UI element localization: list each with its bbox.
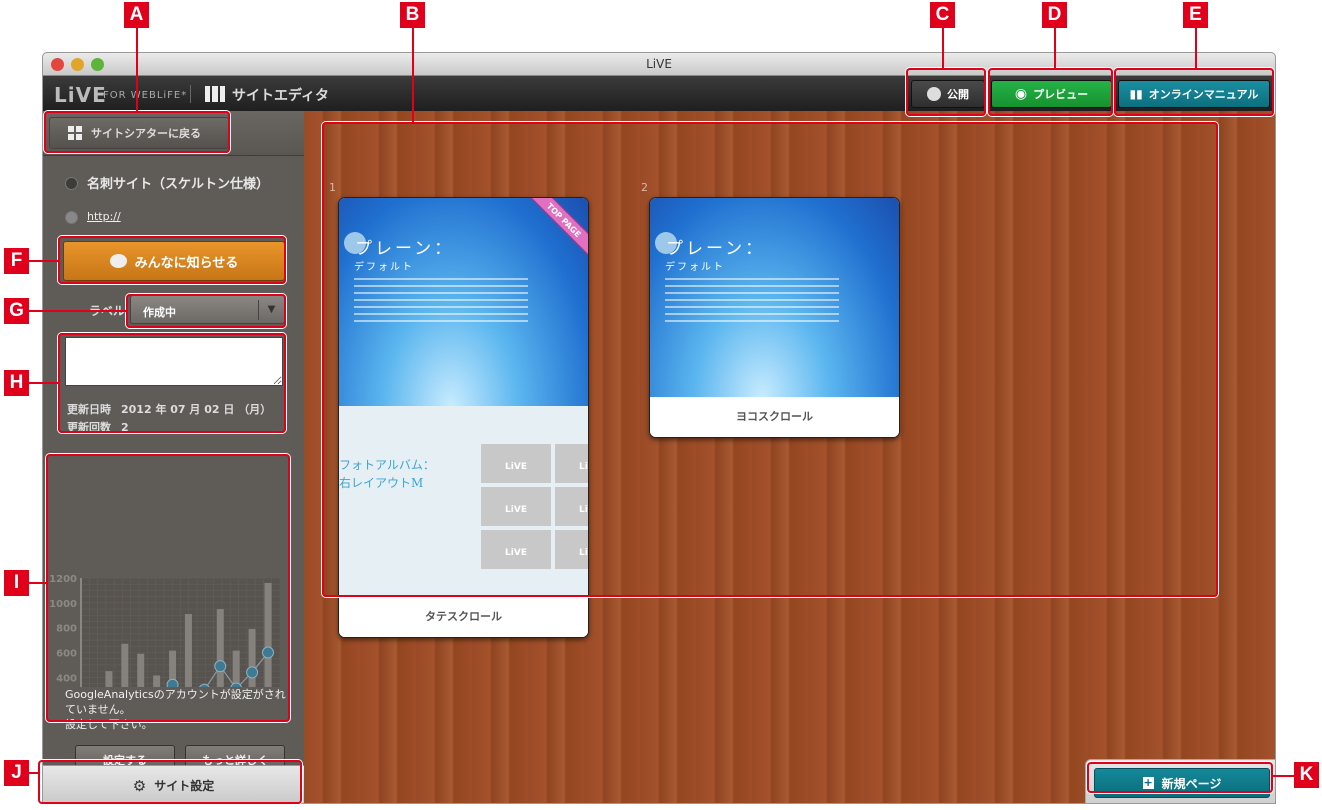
page-card-tate[interactable]: プレーン： デフォルト フォトアルバム：右レイアウトM LiVELiVE LiV… [338,197,589,638]
callout-line [29,582,46,584]
publish-icon [927,87,941,101]
y-tick-label: 1000 [49,599,77,610]
bar [137,653,145,687]
callout-label: C [930,2,955,28]
globe-icon [65,211,78,224]
page-label: ヨコスクロール [650,397,899,437]
page-card-yoko[interactable]: プレーン： デフォルト ヨコスクロール [649,197,900,438]
data-point [262,646,274,659]
app-window: LiVE LiVE FOR WEBLiFE* サイトエディタ 公開 ◉ プレビュ… [42,52,1276,804]
bar [105,671,113,687]
page-label: タテスクロール [339,597,588,637]
callout-line [1195,28,1197,68]
site-url-link[interactable]: http:// [87,210,121,223]
callout-label: G [4,298,29,324]
callout-label: J [4,760,29,786]
callout-label: D [1042,2,1067,28]
zoom-window-button[interactable] [91,58,104,71]
close-window-button[interactable] [51,58,64,71]
callout-line [1273,775,1294,777]
y-tick-label: 400 [56,673,77,684]
logo: LiVE [54,83,107,107]
bar [121,643,129,687]
editor-title: サイトエディタ [232,88,330,104]
title-bar: LiVE [43,53,1275,76]
data-point [246,666,259,679]
callout-line [29,382,58,384]
site-icon [65,177,78,190]
bar [232,650,240,687]
page-number: 2 [641,181,648,194]
site-name: 名刺サイト（スケルトン仕様） [87,177,270,192]
updated-date: 更新日時 2012 年 07 月 02 日 （月） [67,403,272,416]
site-settings-button[interactable]: ⚙ サイト設定 [43,765,304,803]
minimize-window-button[interactable] [71,58,84,71]
callout-line [1054,28,1056,68]
publish-button[interactable]: 公開 [911,80,985,108]
toolbar: LiVE FOR WEBLiFE* サイトエディタ 公開 ◉ プレビュー ▮▮ … [43,76,1275,111]
bar [153,675,161,687]
book-icon: ▮▮ [1129,87,1143,101]
data-point [214,660,227,673]
bar [264,582,272,687]
grid-icon [68,126,82,140]
notify-everyone-button[interactable]: みんなに知らせる [63,241,285,281]
callout-line [942,28,944,68]
y-tick-label: 1200 [49,574,77,585]
back-to-site-theater-button[interactable]: サイトシアターに戻る [49,117,229,149]
logo-subtitle: FOR WEBLiFE* [103,90,188,101]
callout-line [412,28,414,122]
chevron-down-icon: ▼ [258,300,284,320]
callout-label: A [124,2,149,28]
analytics-message: GoogleAnalyticsのアカウントが設定がされていません。 設定して下さい… [65,688,286,731]
callout-label: I [4,570,29,596]
page-number: 1 [329,181,336,194]
update-count: 更新回数 2 [67,421,129,434]
callout-line [29,260,58,262]
label-select[interactable]: 作成中 ▼ [130,295,285,324]
y-tick-label: 600 [56,649,77,660]
eye-icon: ◉ [1014,86,1028,102]
window-title: LiVE [646,57,672,71]
callout-line [29,772,38,774]
callout-label: H [4,370,29,396]
site-editor-icon [205,86,225,102]
callout-label: K [1294,762,1319,788]
preview-button[interactable]: ◉ プレビュー [991,80,1112,108]
online-manual-button[interactable]: ▮▮ オンラインマニュアル [1118,80,1270,108]
plus-icon: + [1142,776,1154,789]
bar [216,609,224,687]
memo-input[interactable] [65,337,283,386]
callout-line [29,310,126,312]
y-tick-label: 800 [56,624,77,635]
callout-label: F [4,248,29,274]
data-point [166,678,179,687]
bar [184,614,192,687]
callout-label: E [1183,2,1208,28]
callout-line [136,28,138,111]
page-board: 1 プレーン： デフォルト フォトアルバム：右レイアウトM LiVELiVE L… [304,111,1275,803]
new-page-button[interactable]: + 新規ページ [1094,768,1270,798]
speech-bubble-icon [109,254,127,268]
sidebar: サイトシアターに戻る 名刺サイト（スケルトン仕様） http:// みんなに知ら… [43,111,304,803]
divider [190,85,191,103]
callout-label: B [400,2,425,28]
analytics-chart: 020040060080010001200234567891011121 [49,574,281,687]
gear-icon: ⚙ [132,776,147,795]
